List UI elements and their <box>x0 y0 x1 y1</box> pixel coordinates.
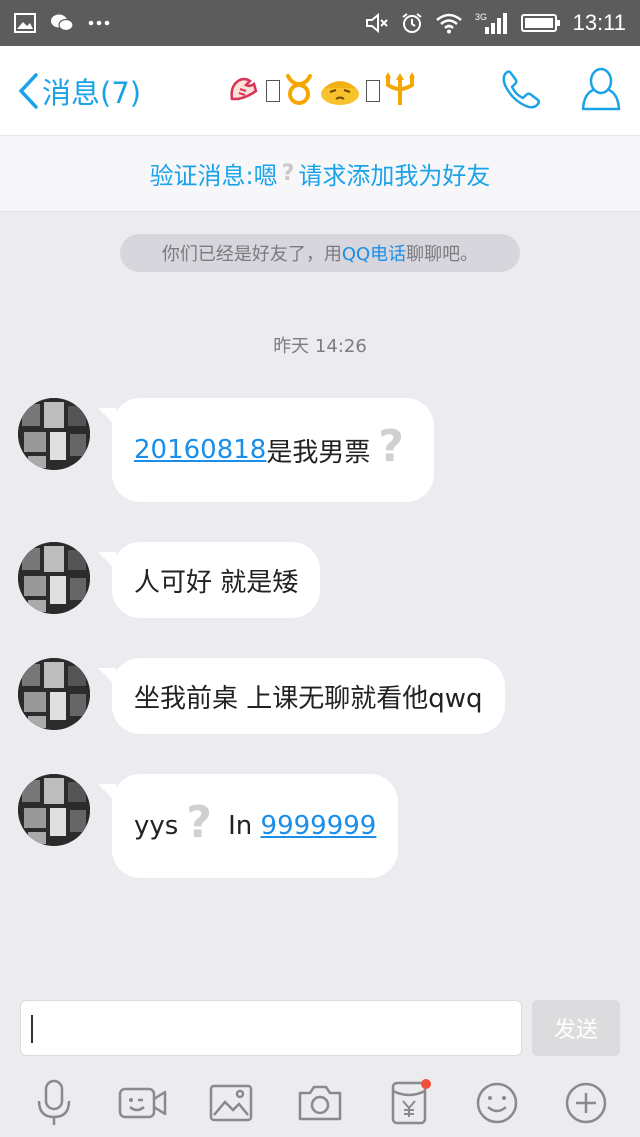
message-row: 坐我前桌 上课无聊就看他qwq <box>18 658 505 734</box>
message-text: yys <box>134 811 179 841</box>
question-mark-emoji: ? <box>186 796 212 848</box>
phone-icon[interactable] <box>500 68 542 114</box>
camera-icon[interactable] <box>294 1077 346 1129</box>
message-row: yys ? In 9999999 <box>18 774 399 878</box>
notice-text-after: 聊聊吧。 <box>406 244 479 265</box>
signal-3g-icon: 3G <box>475 11 509 35</box>
message-text: 是我男票 <box>266 437 371 468</box>
message-bubble[interactable]: 20160818 是我男票 ? <box>98 398 434 502</box>
message-row: 人可好 就是矮 <box>18 542 321 618</box>
number-link[interactable]: 20160818 <box>134 435 266 465</box>
taurus-icon <box>284 72 314 110</box>
wechat-notification-icon <box>50 13 74 33</box>
battery-icon <box>520 13 561 33</box>
message-bubble[interactable]: 坐我前桌 上课无聊就看他qwq <box>98 658 505 734</box>
svg-text:3G: 3G <box>475 12 487 22</box>
message-text: 人可好 就是矮 <box>134 567 299 598</box>
missing-glyph-icon <box>266 80 280 102</box>
question-mark-emoji: ? <box>281 161 295 186</box>
notice-text-before: 你们已经是好友了，用 <box>161 244 342 265</box>
message-text: In <box>219 811 261 841</box>
chevron-left-icon <box>18 73 38 109</box>
missing-glyph-icon <box>366 80 380 102</box>
avatar[interactable] <box>18 398 90 470</box>
composer-bar: 发送 <box>0 988 640 1068</box>
message-bubble[interactable]: 人可好 就是矮 <box>97 542 321 618</box>
message-bubble[interactable]: yys ? In 9999999 <box>97 774 399 878</box>
avatar[interactable] <box>18 658 90 730</box>
gallery-notification-icon <box>14 13 36 33</box>
message-timestamp: 昨天 14:26 <box>273 336 367 357</box>
verification-prefix: 验证消息:嗯 <box>149 162 278 190</box>
photo-icon[interactable] <box>205 1077 257 1129</box>
message-text: 坐我前桌 上课无聊就看他qwq <box>134 683 483 714</box>
trident-icon <box>384 71 416 111</box>
microphone-icon[interactable] <box>28 1077 80 1129</box>
chat-header: 消息(7) <box>0 46 640 136</box>
emoji-flexed-arm-icon <box>226 71 262 111</box>
red-packet-icon[interactable] <box>383 1077 435 1129</box>
verification-message-bar[interactable]: 验证消息:嗯 ? 请求添加我为好友 <box>0 136 640 212</box>
back-button[interactable]: 消息(7) <box>16 46 141 136</box>
more-dots-icon <box>88 20 110 26</box>
avatar[interactable] <box>18 774 90 846</box>
verification-suffix: 请求添加我为好友 <box>298 162 491 190</box>
number-link[interactable]: 9999999 <box>261 811 377 841</box>
send-button[interactable]: 发送 <box>532 1000 620 1056</box>
wifi-icon <box>435 12 463 34</box>
video-call-icon[interactable] <box>117 1077 169 1129</box>
status-bar: 3G 13:11 <box>0 0 640 46</box>
profile-icon[interactable] <box>580 66 622 116</box>
avatar[interactable] <box>18 542 90 614</box>
mute-icon <box>365 12 389 34</box>
emoji-shy-face-icon <box>318 72 362 110</box>
plus-icon[interactable] <box>560 1077 612 1129</box>
contact-name[interactable] <box>226 46 416 136</box>
question-mark-emoji: ? <box>378 420 404 472</box>
qq-call-link[interactable]: QQ电话 <box>342 240 406 266</box>
clock-time: 13:11 <box>572 10 626 35</box>
alarm-icon <box>401 12 423 34</box>
notification-dot <box>420 1078 431 1089</box>
friend-notice: 你们已经是好友了，用 QQ电话 聊聊吧。 <box>120 234 520 272</box>
emoji-icon[interactable] <box>471 1077 523 1129</box>
message-input[interactable] <box>20 1000 522 1056</box>
message-row: 20160818 是我男票 ? <box>18 398 434 502</box>
composer-toolbar <box>0 1068 640 1137</box>
back-label: 消息(7) <box>42 76 142 110</box>
